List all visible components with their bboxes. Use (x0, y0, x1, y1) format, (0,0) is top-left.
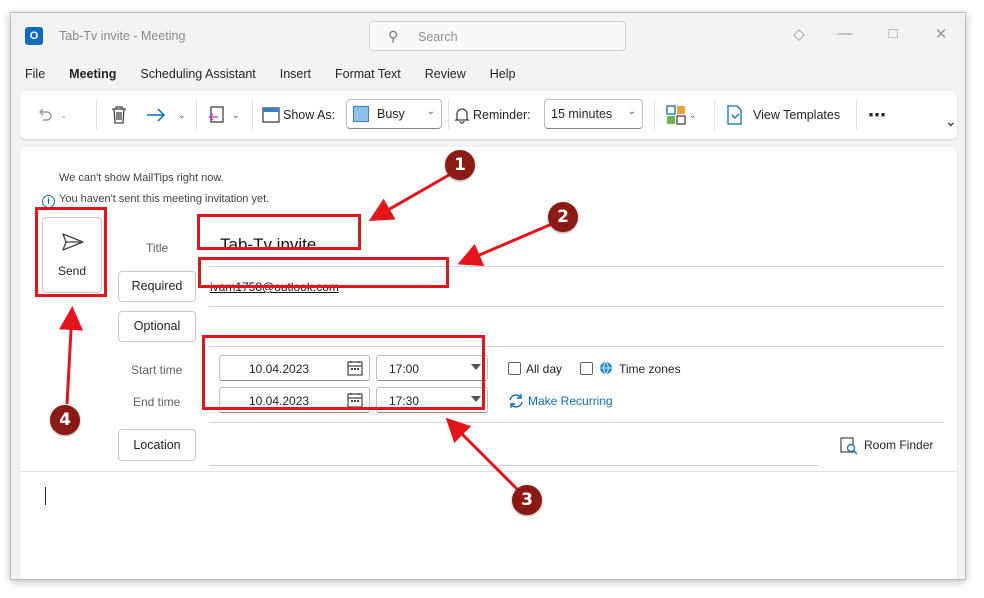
search-icon: ⚲ (388, 28, 399, 44)
invitation-notice-text: You haven't sent this meeting invitation… (59, 193, 270, 205)
tab-format-text[interactable]: Format Text (335, 67, 401, 89)
chevron-down-icon: ⌄ (426, 106, 435, 117)
ribbon-divider (654, 100, 655, 130)
categorize-icon (666, 105, 686, 125)
ribbon-divider (856, 100, 857, 130)
title-bar: O Tab-Tv invite - Meeting ⚲ Search ◇ — □… (11, 13, 965, 59)
view-templates-button[interactable]: View Templates (726, 91, 840, 139)
globe-icon (600, 361, 612, 375)
more-options-icon[interactable]: ⋯ (868, 91, 886, 139)
undo-icon (38, 108, 52, 121)
forward-button[interactable] (146, 91, 166, 139)
time-zones-label: Time zones (619, 362, 681, 376)
tab-scheduling-assistant[interactable]: Scheduling Assistant (140, 67, 255, 89)
annotation-badge-2: 2 (548, 202, 578, 232)
annotation-badge-4: 4 (50, 405, 80, 435)
trash-icon (112, 106, 126, 124)
show-as-value: Busy (377, 107, 405, 121)
datetime-highlight-box (202, 335, 485, 410)
body-divider (20, 471, 957, 472)
categorize-button[interactable]: ⌄ (666, 91, 697, 139)
all-day-label: All day (526, 362, 563, 376)
room-finder-label[interactable]: Room Finder (864, 438, 933, 452)
annotation-badge-3: 3 (512, 485, 542, 515)
show-as-text: Show As: (283, 108, 336, 122)
outlook-icon: O (25, 27, 43, 45)
forward-chevron-icon[interactable]: ⌄ (178, 91, 186, 139)
title-highlight-box (197, 214, 361, 250)
tab-help[interactable]: Help (490, 67, 516, 89)
view-templates-label: View Templates (753, 108, 841, 122)
end-time-label: End time (133, 395, 181, 409)
all-day-checkbox[interactable] (508, 362, 521, 375)
room-finder-icon (840, 437, 858, 455)
body-text-cursor[interactable] (45, 487, 46, 505)
invitation-notice: i You haven't sent this meeting invitatio… (42, 193, 269, 208)
ribbon-divider (196, 100, 197, 130)
tab-review[interactable]: Review (425, 67, 466, 89)
bell-icon (454, 108, 470, 124)
time-underline (209, 422, 944, 423)
send-highlight-box (35, 207, 107, 297)
maximize-icon[interactable]: □ (883, 25, 903, 42)
response-options-button[interactable]: ⌄ (208, 91, 240, 139)
search-box[interactable]: ⚲ Search (369, 21, 626, 51)
ribbon-divider (96, 100, 97, 130)
mailtips-notice: We can't show MailTips right now. (59, 172, 224, 184)
make-recurring-link[interactable]: Make Recurring (528, 394, 613, 408)
menu-tabs: File Meeting Scheduling Assistant Insert… (25, 67, 540, 94)
title-label: Title (146, 241, 169, 255)
reminder-dropdown[interactable]: 15 minutes ⌄ (544, 99, 643, 129)
ribbon-divider (448, 100, 449, 130)
ribbon-expand-icon[interactable]: ⌄ (945, 97, 957, 145)
delete-button[interactable] (110, 91, 128, 139)
annotation-badge-1: 1 (445, 150, 475, 180)
ribbon-toolbar: ⌄ ⌄ ⌄ Show As: Busy ⌄ Reminder: 15 minut… (20, 91, 957, 139)
required-button[interactable]: Required (118, 271, 196, 302)
template-icon (727, 105, 742, 125)
meeting-window: O Tab-Tv invite - Meeting ⚲ Search ◇ — □… (10, 12, 966, 580)
undo-button[interactable] (36, 91, 54, 139)
ribbon-divider (252, 100, 253, 130)
chevron-down-icon: ⌄ (627, 106, 636, 117)
time-zones-checkbox[interactable] (580, 362, 593, 375)
tab-insert[interactable]: Insert (280, 67, 311, 89)
show-as-dropdown[interactable]: Busy ⌄ (346, 99, 442, 129)
window-title: Tab-Tv invite - Meeting (59, 29, 186, 43)
required-highlight-box (198, 257, 449, 288)
response-options-icon (209, 106, 224, 123)
location-button[interactable]: Location (118, 429, 196, 461)
close-icon[interactable]: ✕ (931, 25, 951, 43)
diamond-icon[interactable]: ◇ (789, 25, 809, 43)
busy-swatch (353, 106, 369, 122)
recurring-icon (509, 394, 523, 408)
search-placeholder: Search (418, 30, 458, 44)
meeting-form: We can't show MailTips right now. i You h… (20, 147, 957, 579)
start-time-label: Start time (131, 363, 183, 377)
location-underline (209, 465, 819, 466)
ribbon-divider (714, 100, 715, 130)
reminder-text: Reminder: (473, 108, 531, 122)
required-underline (209, 306, 944, 307)
reminder-value: 15 minutes (551, 107, 613, 121)
reminder-label: Reminder: (454, 91, 531, 139)
minimize-icon[interactable]: — (835, 25, 855, 42)
tab-meeting[interactable]: Meeting (69, 67, 117, 94)
calendar-status-icon (262, 107, 280, 123)
forward-arrow-icon (147, 108, 166, 122)
tab-file[interactable]: File (25, 67, 45, 89)
optional-button[interactable]: Optional (118, 311, 196, 342)
show-as-label: Show As: (262, 91, 335, 139)
undo-chevron-icon[interactable]: ⌄ (60, 91, 68, 139)
